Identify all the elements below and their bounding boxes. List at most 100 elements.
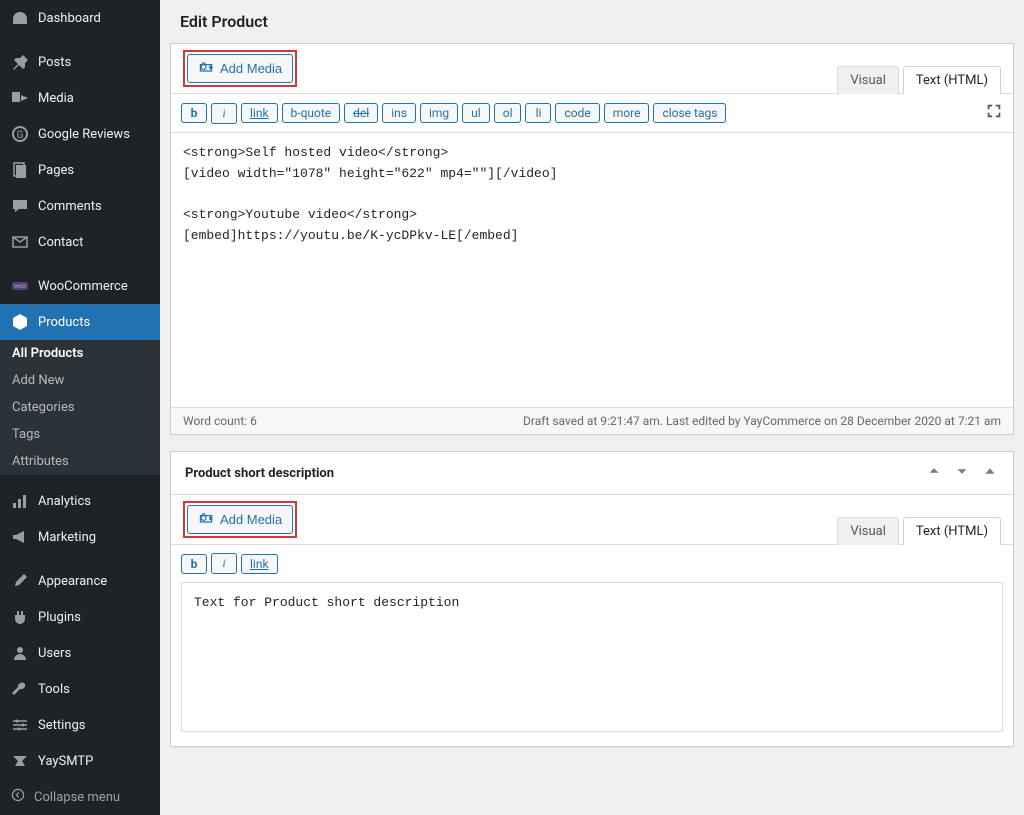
sidebar-label: Settings — [38, 718, 85, 733]
collapse-icon — [10, 787, 30, 807]
collapse-menu-button[interactable]: Collapse menu — [0, 779, 160, 815]
toolbar-bold-button[interactable]: b — [181, 103, 207, 123]
sidebar-sub-tags[interactable]: Tags — [0, 421, 160, 448]
sidebar-label: YaySMTP — [38, 754, 93, 769]
sidebar-label: Users — [38, 646, 71, 661]
tab-visual-short[interactable]: Visual — [837, 517, 899, 545]
sidebar-label: Products — [38, 315, 90, 330]
toolbar-li-button[interactable]: li — [525, 103, 551, 123]
toolbar-del-button[interactable]: del — [344, 103, 378, 123]
editor-tabs: Visual Text (HTML) — [833, 66, 1001, 94]
page-title: Edit Product — [160, 0, 1024, 43]
sidebar-label: Analytics — [38, 494, 91, 509]
sidebar-item-woocommerce[interactable]: wooWooCommerce — [0, 268, 160, 304]
sidebar-item-users[interactable]: Users — [0, 635, 160, 671]
add-media-label: Add Media — [220, 61, 282, 76]
sidebar-label: Marketing — [38, 530, 96, 545]
add-media-button-short[interactable]: Add Media — [187, 505, 293, 534]
toolbar-code-button[interactable]: code — [555, 103, 599, 123]
toolbar-closetags-button[interactable]: close tags — [653, 103, 726, 123]
woo-icon: woo — [10, 276, 30, 296]
add-media-label: Add Media — [220, 512, 282, 527]
toolbar-bquote-button[interactable]: b-quote — [282, 103, 341, 123]
tab-visual[interactable]: Visual — [837, 66, 899, 94]
sidebar-label: Posts — [38, 55, 71, 70]
sidebar-item-comments[interactable]: Comments — [0, 188, 160, 224]
add-media-button[interactable]: Add Media — [187, 54, 293, 83]
sidebar-label: Dashboard — [38, 11, 101, 26]
sidebar-item-contact[interactable]: Contact — [0, 224, 160, 260]
sidebar-label: Comments — [38, 199, 102, 214]
megaphone-icon — [10, 527, 30, 547]
sidebar-item-settings[interactable]: Settings — [0, 707, 160, 743]
toggle-panel-icon[interactable] — [981, 462, 999, 484]
collapse-label: Collapse menu — [34, 790, 120, 805]
mail-icon — [10, 232, 30, 252]
sidebar-item-dashboard[interactable]: Dashboard — [0, 0, 160, 36]
toolbar-italic-button[interactable]: i — [211, 553, 237, 574]
media-row: Add Media Visual Text (HTML) — [171, 44, 1013, 94]
move-down-icon[interactable] — [953, 462, 971, 484]
sidebar-item-yaysmtp[interactable]: YaySMTP — [0, 743, 160, 779]
main-content: Edit Product Add Media Visual Text (HTML… — [160, 0, 1024, 815]
toolbar-ul-button[interactable]: ul — [462, 103, 490, 123]
sidebar-item-google-reviews[interactable]: G Google Reviews — [0, 116, 160, 152]
sidebar-sub-attributes[interactable]: Attributes — [0, 448, 160, 475]
draft-status: Draft saved at 9:21:47 am. Last edited b… — [523, 414, 1001, 428]
tab-text-html-short[interactable]: Text (HTML) — [903, 517, 1001, 545]
camera-icon — [198, 59, 214, 78]
camera-icon — [198, 510, 214, 529]
admin-sidebar: Dashboard Posts Media G Google Reviews Pa… — [0, 0, 160, 815]
sidebar-item-posts[interactable]: Posts — [0, 44, 160, 80]
toolbar-ol-button[interactable]: ol — [494, 103, 522, 123]
highlight-annotation: Add Media — [183, 501, 297, 538]
toolbar-bold-button[interactable]: b — [181, 554, 207, 574]
short-description-textarea[interactable] — [181, 582, 1003, 732]
sidebar-item-tools[interactable]: Tools — [0, 671, 160, 707]
pin-icon — [10, 52, 30, 72]
plug-icon — [10, 607, 30, 627]
sidebar-item-plugins[interactable]: Plugins — [0, 599, 160, 635]
google-icon: G — [10, 124, 30, 144]
fullscreen-icon[interactable] — [985, 102, 1003, 124]
sidebar-item-products[interactable]: Products — [0, 304, 160, 340]
move-up-icon[interactable] — [925, 462, 943, 484]
sidebar-item-pages[interactable]: Pages — [0, 152, 160, 188]
panel-title: Product short description — [185, 466, 334, 481]
comment-icon — [10, 196, 30, 216]
sidebar-label: Media — [38, 91, 74, 106]
panel-header: Product short description — [171, 452, 1013, 495]
sidebar-sub-add-new[interactable]: Add New — [0, 367, 160, 394]
pages-icon — [10, 160, 30, 180]
editor-tabs-short: Visual Text (HTML) — [833, 517, 1001, 545]
gauge-icon — [10, 8, 30, 28]
sidebar-label: Tools — [38, 682, 70, 697]
sidebar-item-analytics[interactable]: Analytics — [0, 483, 160, 519]
yay-icon — [10, 751, 30, 771]
main-editor-textarea[interactable] — [171, 133, 1013, 403]
main-editor-panel: Add Media Visual Text (HTML) b i link b-… — [170, 43, 1014, 435]
editor-toolbar: b i link b-quote del ins img ul ol li co… — [171, 94, 1013, 133]
toolbar-italic-button[interactable]: i — [211, 103, 237, 124]
sidebar-item-media[interactable]: Media — [0, 80, 160, 116]
sidebar-label: Plugins — [38, 610, 81, 625]
toolbar-ins-button[interactable]: ins — [382, 103, 416, 123]
toolbar-img-button[interactable]: img — [420, 103, 458, 123]
sidebar-item-marketing[interactable]: Marketing — [0, 519, 160, 555]
editor-status-bar: Word count: 6 Draft saved at 9:21:47 am.… — [171, 407, 1013, 434]
svg-text:G: G — [17, 130, 24, 141]
sidebar-label: Google Reviews — [38, 127, 130, 142]
tab-text-html[interactable]: Text (HTML) — [903, 66, 1001, 94]
toolbar-link-button[interactable]: link — [241, 103, 278, 123]
sidebar-sub-all-products[interactable]: All Products — [0, 340, 160, 367]
sidebar-item-appearance[interactable]: Appearance — [0, 563, 160, 599]
bars-icon — [10, 491, 30, 511]
sidebar-sub-categories[interactable]: Categories — [0, 394, 160, 421]
toolbar-more-button[interactable]: more — [604, 103, 650, 123]
sidebar-label: Pages — [38, 163, 74, 178]
highlight-annotation: Add Media — [183, 50, 297, 87]
sidebar-label: Appearance — [38, 574, 107, 589]
sidebar-label: Contact — [38, 235, 83, 250]
toolbar-link-button[interactable]: link — [241, 554, 278, 574]
brush-icon — [10, 571, 30, 591]
